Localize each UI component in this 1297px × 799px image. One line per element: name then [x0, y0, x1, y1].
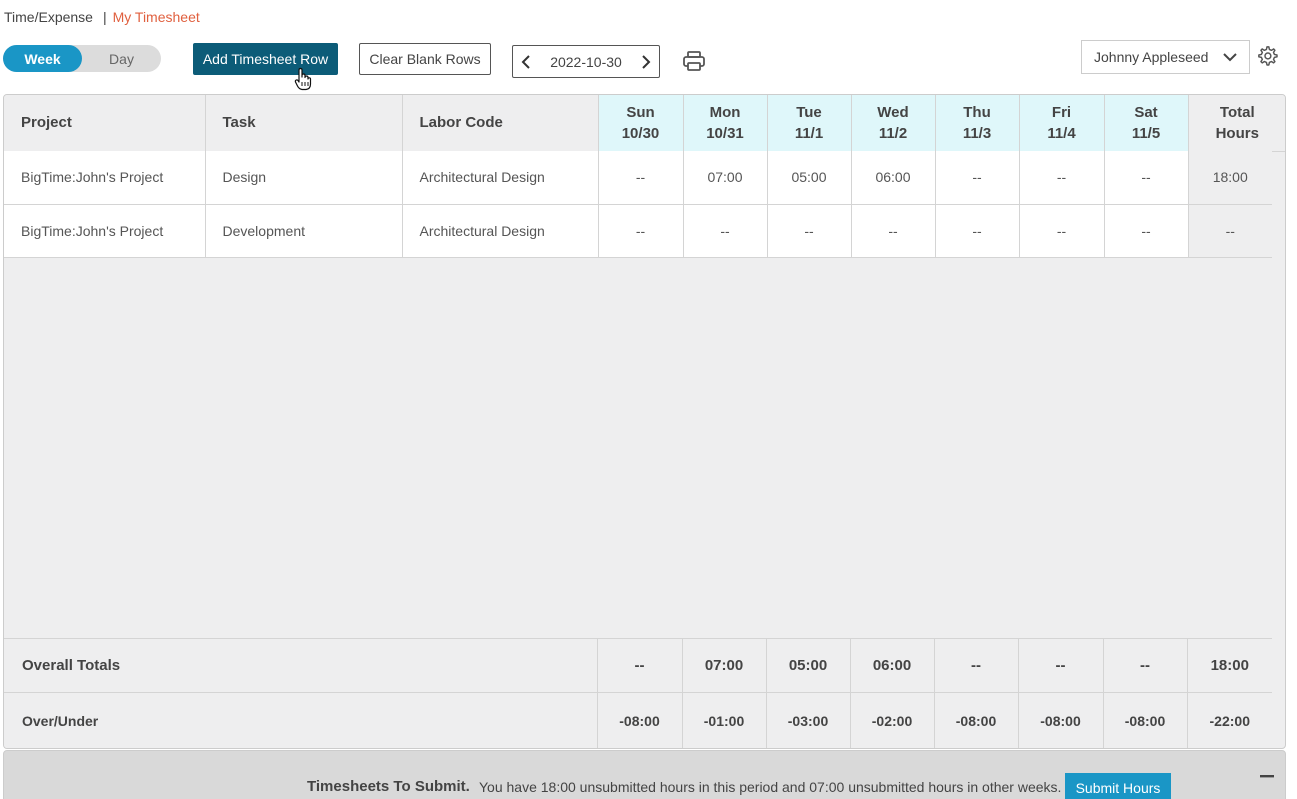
over-under-sat: -08:00 — [1103, 692, 1188, 748]
timesheet-header: Project Task Labor Code Sun 10/30 Mon 10/3… — [4, 95, 1285, 152]
hours-cell-sat[interactable]: -- — [1104, 151, 1189, 205]
hours-cell-tue[interactable]: 05:00 — [767, 151, 852, 205]
breadcrumb-current: My Timesheet — [112, 9, 200, 25]
hours-cell-fri[interactable]: -- — [1019, 204, 1105, 258]
overall-total-sun: -- — [597, 638, 683, 693]
hours-cell-mon[interactable]: -- — [683, 204, 768, 258]
submit-bar: Timesheets To Submit. You have 18:00 uns… — [3, 750, 1286, 799]
row-total-cell: -- — [1188, 204, 1272, 258]
chevron-down-icon — [1223, 49, 1237, 65]
week-start-date[interactable]: 2022-10-30 — [550, 54, 622, 70]
hours-cell-wed[interactable]: -- — [851, 204, 936, 258]
timesheet-footer: Overall Totals -- 07:00 05:00 06:00 -- -… — [4, 638, 1272, 748]
table-row: BigTime:John's Project Development Archi… — [4, 204, 1272, 258]
breadcrumb: Time/Expense | My Timesheet — [4, 9, 200, 25]
hours-cell-sun[interactable]: -- — [598, 204, 684, 258]
overall-total-sat: -- — [1103, 638, 1188, 693]
over-under-mon: -01:00 — [682, 692, 767, 748]
chevron-right-icon[interactable] — [639, 54, 653, 69]
date-navigator: 2022-10-30 — [512, 45, 660, 78]
project-cell[interactable]: BigTime:John's Project — [4, 151, 206, 205]
overall-total-tue: 05:00 — [766, 638, 851, 693]
day-toggle-option[interactable]: Day — [82, 45, 161, 72]
over-under-total: -22:00 — [1187, 692, 1272, 748]
column-header-sat: Sat 11/5 — [1104, 95, 1189, 152]
overall-totals-row: Overall Totals -- 07:00 05:00 06:00 -- -… — [4, 638, 1272, 693]
clear-blank-rows-button[interactable]: Clear Blank Rows — [359, 43, 491, 75]
over-under-fri: -08:00 — [1018, 692, 1104, 748]
over-under-row: Over/Under -08:00 -01:00 -03:00 -02:00 -… — [4, 692, 1272, 748]
user-select-value: Johnny Appleseed — [1094, 49, 1209, 65]
column-header-project: Project — [4, 95, 206, 152]
breadcrumb-parent[interactable]: Time/Expense — [4, 9, 93, 25]
task-cell[interactable]: Design — [205, 151, 403, 205]
overall-total-thu: -- — [934, 638, 1019, 693]
user-select[interactable]: Johnny Appleseed — [1081, 40, 1250, 74]
column-header-task: Task — [205, 95, 403, 152]
submit-hours-button[interactable]: Submit Hours — [1065, 773, 1171, 799]
column-header-fri: Fri 11/4 — [1019, 95, 1105, 152]
column-header-sun: Sun 10/30 — [598, 95, 684, 152]
hours-cell-wed[interactable]: 06:00 — [851, 151, 936, 205]
hours-cell-thu[interactable]: -- — [935, 151, 1020, 205]
submit-bar-message: You have 18:00 unsubmitted hours in this… — [479, 779, 1062, 795]
over-under-label: Over/Under — [4, 692, 598, 748]
overall-total-wed: 06:00 — [850, 638, 935, 693]
column-header-mon: Mon 10/31 — [683, 95, 768, 152]
view-toggle: Week Day — [3, 45, 161, 72]
week-toggle-option[interactable]: Week — [3, 45, 82, 72]
printer-icon[interactable] — [682, 49, 706, 73]
hours-cell-sun[interactable]: -- — [598, 151, 684, 205]
row-total-cell: 18:00 — [1188, 151, 1272, 205]
project-cell[interactable]: BigTime:John's Project — [4, 204, 206, 258]
chevron-left-icon[interactable] — [519, 54, 533, 69]
column-header-labor-code: Labor Code — [402, 95, 599, 152]
table-row: BigTime:John's Project Design Architectu… — [4, 151, 1272, 205]
add-timesheet-row-button[interactable]: Add Timesheet Row — [193, 43, 338, 75]
minus-icon[interactable] — [1260, 769, 1274, 783]
task-cell[interactable]: Development — [205, 204, 403, 258]
over-under-thu: -08:00 — [934, 692, 1019, 748]
over-under-tue: -03:00 — [766, 692, 851, 748]
hours-cell-fri[interactable]: -- — [1019, 151, 1105, 205]
column-header-total-hours: Total Hours — [1188, 95, 1285, 152]
overall-total-mon: 07:00 — [682, 638, 767, 693]
gear-icon[interactable] — [1256, 45, 1278, 67]
breadcrumb-separator: | — [102, 9, 107, 25]
hours-cell-thu[interactable]: -- — [935, 204, 1020, 258]
overall-totals-label: Overall Totals — [4, 638, 598, 693]
timesheet-body: BigTime:John's Project Design Architectu… — [4, 151, 1272, 258]
column-header-tue: Tue 11/1 — [767, 95, 852, 152]
over-under-sun: -08:00 — [597, 692, 683, 748]
over-under-wed: -02:00 — [850, 692, 935, 748]
hours-cell-sat[interactable]: -- — [1104, 204, 1189, 258]
overall-total-fri: -- — [1018, 638, 1104, 693]
column-header-wed: Wed 11/2 — [851, 95, 936, 152]
hours-cell-mon[interactable]: 07:00 — [683, 151, 768, 205]
labor-code-cell[interactable]: Architectural Design — [402, 204, 599, 258]
hours-cell-tue[interactable]: -- — [767, 204, 852, 258]
submit-bar-title: Timesheets To Submit. — [307, 778, 470, 795]
column-header-thu: Thu 11/3 — [935, 95, 1020, 152]
timesheet-grid: Project Task Labor Code Sun 10/30 Mon 10/3… — [3, 94, 1286, 749]
labor-code-cell[interactable]: Architectural Design — [402, 151, 599, 205]
overall-total-hours: 18:00 — [1187, 638, 1272, 693]
